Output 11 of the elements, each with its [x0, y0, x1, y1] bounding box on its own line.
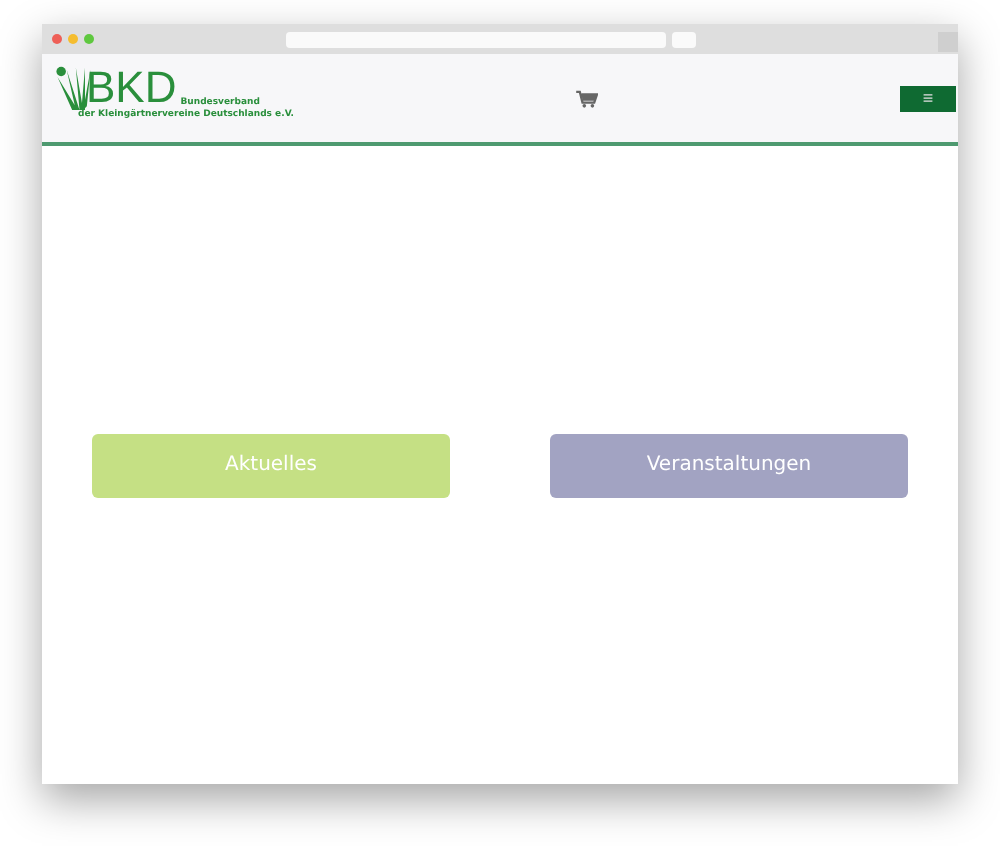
maximize-dot[interactable] [84, 34, 94, 44]
menu-button[interactable]: ≡ [900, 85, 956, 111]
new-tab-button[interactable] [938, 32, 958, 52]
minimize-dot[interactable] [68, 34, 78, 44]
address-field[interactable] [286, 31, 666, 47]
extension-button[interactable] [672, 31, 696, 47]
tile-button[interactable]: Veranstaltungen [550, 433, 908, 497]
close-dot[interactable] [52, 34, 62, 44]
cart-icon[interactable] [575, 89, 598, 107]
tile-button[interactable]: Aktuelles [92, 433, 450, 497]
logo-wordmark: BKD [86, 66, 177, 110]
